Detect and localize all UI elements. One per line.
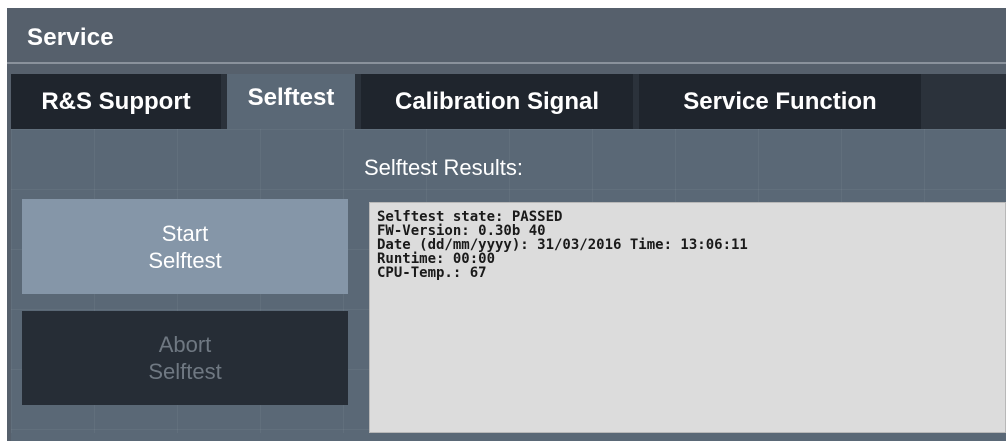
result-line-state: Selftest state: PASSED	[377, 209, 563, 225]
tab-content-frame: Selftest Results: Start Selftest Abort S…	[11, 129, 1006, 441]
window-title: Service	[27, 24, 114, 51]
results-heading: Selftest Results:	[364, 155, 523, 180]
start-button-line1: Start	[161, 220, 209, 246]
page: Service R&S Support Selftest Calibration…	[0, 0, 1006, 441]
tab-calibration-signal[interactable]: Calibration Signal	[361, 74, 633, 129]
result-line-fw-version: FW-Version: 0.30b 40	[377, 223, 546, 239]
tab-rs-support[interactable]: R&S Support	[11, 74, 221, 129]
tab-bar: R&S Support Selftest Calibration Signal …	[11, 74, 1006, 129]
tab-service-function[interactable]: Service Function	[639, 74, 921, 129]
result-line-date-time: Date (dd/mm/yyyy): 31/03/2016 Time: 13:0…	[377, 237, 748, 253]
service-dialog: Service R&S Support Selftest Calibration…	[7, 8, 1006, 441]
selftest-results-text[interactable]: Selftest state: PASSED FW-Version: 0.30b…	[369, 202, 1006, 433]
start-button-line2: Selftest	[148, 247, 222, 273]
abort-selftest-button: Abort Selftest	[22, 311, 348, 405]
start-selftest-button[interactable]: Start Selftest	[22, 199, 348, 294]
title-bar[interactable]: Service	[7, 8, 1006, 64]
result-line-runtime: Runtime: 00:00	[377, 251, 496, 267]
tab-selftest[interactable]: Selftest	[227, 74, 355, 129]
abort-button-line1: Abort	[158, 332, 212, 357]
abort-button-line2: Selftest	[148, 359, 222, 384]
selftest-panel: Selftest Results: Start Selftest Abort S…	[11, 129, 1006, 441]
result-line-cpu-temp: CPU-Temp.: 67	[377, 265, 487, 281]
